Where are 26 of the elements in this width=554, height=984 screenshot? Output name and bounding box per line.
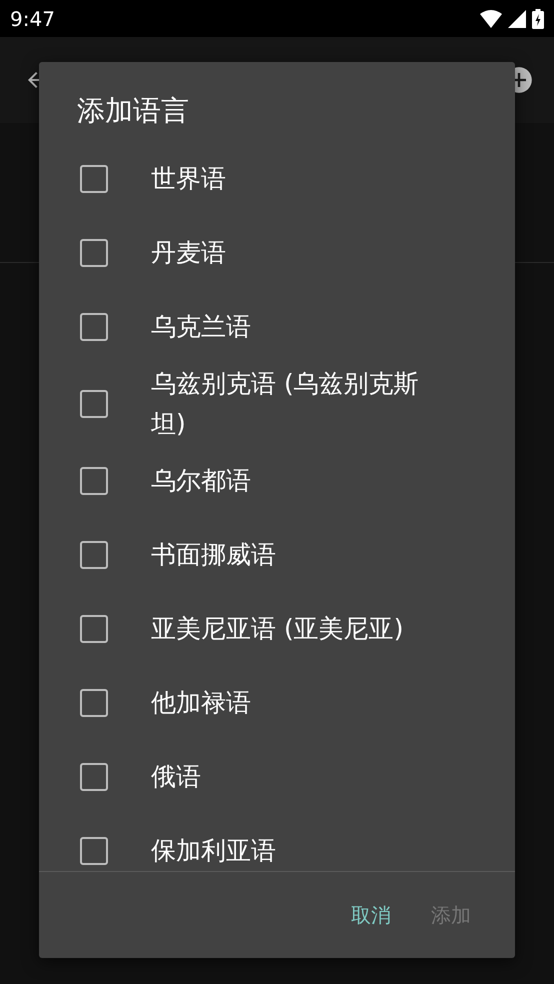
checkbox[interactable]	[80, 615, 108, 643]
language-option[interactable]: 乌尔都语	[151, 461, 251, 501]
language-option[interactable]: 书面挪威语	[151, 535, 276, 575]
language-option[interactable]: 乌兹别克语 (乌兹别克斯坦)	[151, 364, 451, 444]
checkbox[interactable]	[80, 763, 108, 791]
battery-icon	[532, 8, 544, 28]
status-time: 9:47	[10, 6, 55, 30]
checkbox[interactable]	[80, 239, 108, 267]
checkbox[interactable]	[80, 689, 108, 717]
dialog-button[interactable]: 取消	[337, 894, 405, 936]
checkbox[interactable]	[80, 541, 108, 569]
language-option[interactable]: 世界语	[151, 159, 226, 199]
language-option[interactable]: 俄语	[151, 757, 201, 797]
checkbox[interactable]	[80, 467, 108, 495]
checkbox[interactable]	[80, 390, 108, 418]
language-option[interactable]: 乌克兰语	[151, 307, 251, 347]
signal-icon	[508, 10, 526, 28]
language-option[interactable]: 丹麦语	[151, 233, 226, 273]
wifi-icon	[480, 10, 502, 28]
checkbox[interactable]	[80, 165, 108, 193]
dialog-title: 添加语言	[76, 93, 190, 129]
language-option[interactable]: 亚美尼亚语 (亚美尼亚)	[151, 609, 404, 649]
language-option[interactable]: 保加利亚语	[151, 831, 276, 871]
checkbox[interactable]	[80, 313, 108, 341]
checkbox[interactable]	[80, 837, 108, 865]
language-option[interactable]: 他加禄语	[151, 683, 251, 723]
